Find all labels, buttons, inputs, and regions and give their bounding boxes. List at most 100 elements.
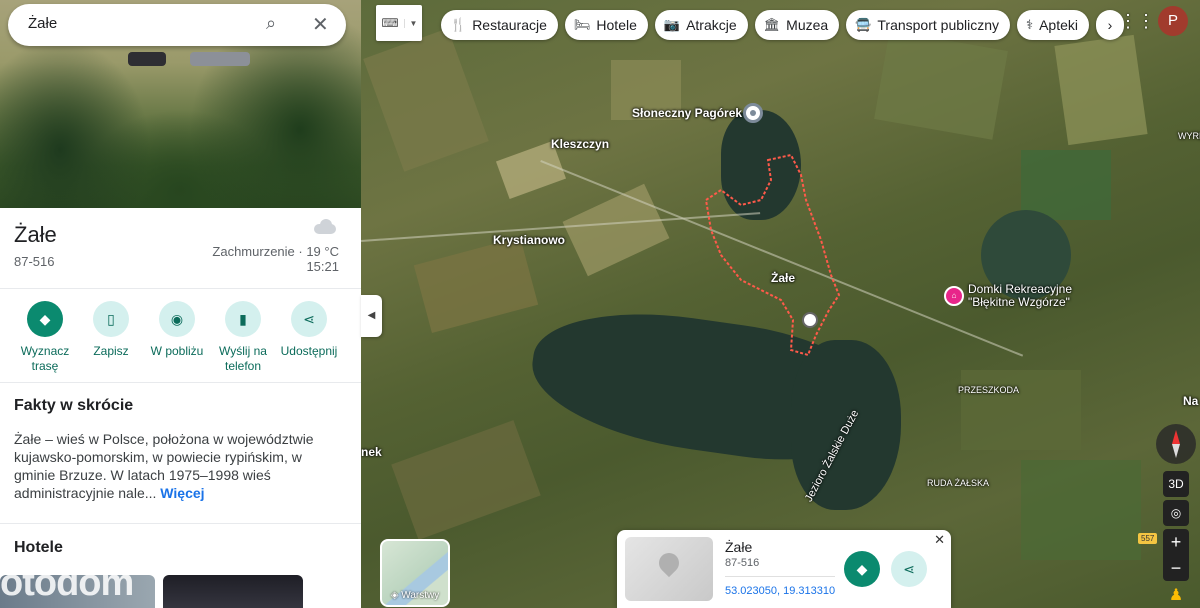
avatar[interactable]: P [1158,6,1188,36]
place-zip: 87-516 [14,254,55,269]
photo-car [190,52,250,66]
chip-restauracje[interactable]: 🍴 Restauracje [441,10,558,40]
chip-atrakcje[interactable]: 📷 Atrakcje [654,10,748,40]
landmark-pin[interactable] [743,103,763,123]
nearby-icon: ◉ [159,301,195,337]
chevron-down-icon: ▼ [404,18,422,28]
card-share-button[interactable]: ⋖ [891,551,927,587]
map-label-zale[interactable]: Żałe [771,271,795,285]
map-label-kleszczyn[interactable]: Kleszczyn [551,137,609,151]
map-label-ruda[interactable]: RUDA ŻAŁSKA [927,478,989,488]
action-label: Udostępnij [280,344,338,358]
action-label: Wyślij na telefon [219,344,267,373]
action-label: W pobliżu [150,344,204,358]
map-label-domki[interactable]: Domki Rekreacyjne "Błękitne Wzgórze" [968,283,1072,309]
divider [0,288,361,289]
hotels-heading: Hotele [14,539,63,556]
map-canvas[interactable]: Słoneczny Pagórek Kleszczyn Krystianowo … [361,0,1200,608]
map-label-na[interactable]: Na [1183,394,1198,408]
chip-label: Apteki [1039,17,1078,33]
camera-icon: 📷 [663,17,681,32]
chip-label: Hotele [596,17,637,33]
divider [0,523,361,524]
compass-button[interactable] [1156,424,1196,464]
layers-text: Warstwy [401,590,440,601]
more-link[interactable]: Więcej [160,485,204,501]
directions-icon: ◆ [856,561,868,577]
action-save[interactable]: ▯ Zapisz [77,301,145,359]
chip-muzea[interactable]: 🏛 Muzea [754,10,840,40]
place-pin[interactable] [802,312,818,328]
place-info-card[interactable]: Żałe 87-516 53.023050, 19.313310 ◆ ⋖ ✕ [617,530,951,608]
search-icon[interactable]: ⌕ [266,13,276,34]
layers-button[interactable]: ◈ Warstwy [380,539,450,607]
apps-grid-icon[interactable]: ⋮⋮⋮ [1119,9,1173,33]
card-coordinates[interactable]: 53.023050, 19.313310 [725,585,835,597]
map-label-sloneczny[interactable]: Słoneczny Pagórek [632,106,742,120]
chip-label: Atrakcje [686,17,737,33]
chip-hotele[interactable]: 🛏 Hotele [564,10,648,40]
action-send-to-phone[interactable]: ▮ Wyślij na telefon [209,301,277,374]
bookmark-icon: ▯ [93,301,129,337]
pegman-icon[interactable]: ♟ [1165,585,1187,607]
chip-label: Muzea [786,17,829,33]
card-divider [725,576,835,577]
chip-label: Restauracje [472,17,547,33]
plus-icon: + [1170,532,1182,552]
search-input[interactable]: Żałe [28,15,57,32]
action-label: Wyznacz trasę [20,344,70,373]
map-label-przeszkoda[interactable]: PRZESZKODA [958,385,1019,395]
action-directions[interactable]: ◆ Wyznacz trasę [11,301,79,374]
layers-icon: ◈ [390,590,399,601]
chip-label: Transport publiczny [877,17,1000,33]
hotel-pin[interactable]: ⌂ [944,286,964,306]
tilt-3d-button[interactable]: 3D [1163,471,1189,497]
weather-summary: Zachmurzenie · 19 °C [212,244,339,259]
card-zip: 87-516 [725,557,760,569]
facts-text: Żałe – wieś w Polsce, położona w wojewód… [14,430,344,502]
chip-transport[interactable]: 🚍 Transport publiczny [846,10,1011,40]
collapse-panel-button[interactable]: ◀ [361,295,382,337]
map-label-krystianowo[interactable]: Krystianowo [493,233,565,247]
bus-icon: 🚍 [855,17,872,32]
page-title: Żałe [14,222,57,247]
chevron-left-icon: ◀ [367,310,376,321]
layers-label: ◈ Warstwy [382,590,448,601]
action-label: Zapisz [93,344,129,358]
divider [0,382,361,383]
facts-heading: Fakty w skrócie [14,397,134,414]
place-thumbnail[interactable] [625,537,713,601]
pharmacy-icon: ⚕ [1026,17,1034,32]
map-label-wyre[interactable]: WYRĘ [1178,131,1200,141]
search-box[interactable]: Żałe ⌕ ✕ [8,4,346,46]
card-title: Żałe [725,539,753,555]
my-location-button[interactable]: ◎ [1163,500,1189,526]
share-icon: ⋖ [903,561,915,577]
compass-north-icon [1172,430,1180,444]
museum-icon: 🏛 [763,17,781,32]
chip-apteki[interactable]: ⚕ Apteki [1017,10,1089,40]
send-to-phone-icon: ▮ [225,301,261,337]
action-nearby[interactable]: ◉ W pobliżu [143,301,211,359]
zoom-out-button[interactable]: − [1163,555,1189,581]
zoom-in-button[interactable]: + [1163,529,1189,555]
action-share[interactable]: ⋖ Udostępnij [275,301,343,359]
card-directions-button[interactable]: ◆ [844,551,880,587]
village-boundary [704,153,841,357]
category-chips: 🍴 Restauracje 🛏 Hotele 📷 Atrakcje 🏛 Muze… [441,10,1124,40]
close-icon[interactable]: ✕ [312,12,329,37]
bed-icon: 🛏 [573,17,591,32]
map-label-nek[interactable]: nek [361,445,382,459]
photo-car [128,52,166,66]
hotel-photo[interactable] [163,575,303,608]
cloud-icon [312,219,338,235]
close-icon[interactable]: ✕ [934,532,945,548]
keyboard-toggle[interactable]: ⌨ ▼ [376,5,422,41]
watermark: otodom [0,562,134,604]
fork-knife-icon: 🍴 [450,17,467,32]
keyboard-icon: ⌨ [381,16,399,30]
weather-time: 15:21 [306,259,339,274]
chevron-right-icon: › [1107,17,1113,33]
side-panel: Żałe ⌕ ✕ Żałe 87-516 Zachmurzenie · 19 °… [0,0,361,608]
minus-icon: − [1170,558,1182,578]
